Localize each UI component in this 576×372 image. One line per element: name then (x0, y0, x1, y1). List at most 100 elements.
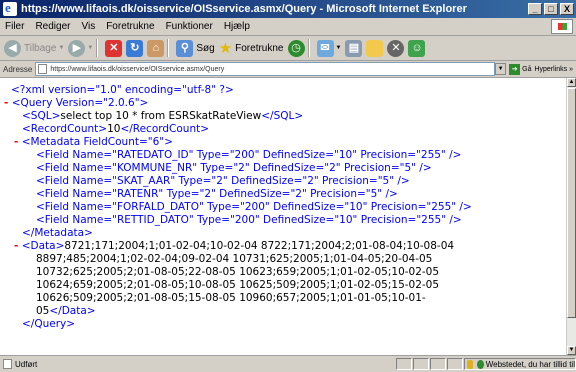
page-icon (38, 64, 48, 74)
go-button[interactable]: ➔ Gå (509, 63, 531, 75)
xml-content: <?xml version="1.0" encoding="utf-8" ?> … (0, 78, 566, 355)
collapse-toggle[interactable]: - (14, 136, 18, 148)
messenger-button[interactable]: ☺ (408, 39, 426, 57)
print-icon: ▤ (345, 39, 363, 57)
recordcount-line: <RecordCount>10</RecordCount> (22, 123, 209, 136)
scroll-up-button[interactable]: ▲ (567, 78, 576, 87)
history-button[interactable]: ◷ (287, 39, 305, 57)
menu-file[interactable]: Filer (5, 21, 24, 32)
data-line: 05 (36, 305, 50, 317)
home-icon: ⌂ (147, 39, 165, 57)
back-button[interactable]: ◀ Tilbage ▼ (4, 39, 65, 57)
close-button[interactable]: X (560, 3, 574, 15)
zone-label: Webstedet, du har tillid til (485, 359, 575, 369)
data-line: 8721;171;2004;1;01-02-04;10-02-04 8722;1… (64, 240, 455, 252)
back-arrow-icon: ◀ (4, 39, 21, 57)
menu-help[interactable]: Hjælp (224, 21, 250, 32)
recordcount-close-tag: </RecordCount> (120, 123, 210, 135)
windows-logo-icon (551, 19, 573, 34)
address-dropdown-button[interactable]: ▼ (495, 63, 507, 75)
minimize-button[interactable]: _ (528, 3, 542, 15)
address-label: Adresse (3, 64, 33, 74)
chevron-down-icon: ▼ (58, 45, 65, 51)
data-last-line: 05</Data> (36, 305, 96, 318)
field-line: <Field Name="RATEDATO_ID" Type="200" Def… (36, 149, 462, 161)
status-cell (430, 358, 446, 370)
links-label: Hyperlinks (534, 65, 568, 73)
field-line: <Field Name="RETTID_DATO" Type="200" Def… (36, 214, 462, 226)
forward-button[interactable]: ▶ ▼ (68, 39, 94, 57)
metadata-open-line: - <Metadata FieldCount="6"> (14, 136, 173, 149)
edit-button[interactable] (366, 39, 384, 57)
links-button[interactable]: Hyperlinks » (534, 66, 573, 73)
data-line: 10624;659;2005;2;01-08-05;10-08-05 10625… (36, 279, 440, 291)
data-close-tag: </Data> (49, 305, 96, 317)
collapse-toggle[interactable]: - (4, 97, 8, 109)
query-open-tag: <Query Version="2.0.6"> (11, 97, 149, 109)
status-cell (413, 358, 429, 370)
print-button[interactable]: ▤ (345, 39, 363, 57)
status-cell (396, 358, 412, 370)
folder-icon (366, 39, 384, 57)
home-button[interactable]: ⌂ (147, 39, 165, 57)
stop-icon: ✕ (105, 39, 123, 57)
mail-button[interactable]: ✉ ▼ (316, 39, 342, 57)
page-icon (3, 359, 12, 369)
menu-view[interactable]: Vis (81, 21, 95, 32)
status-text: Udført (15, 359, 38, 369)
sql-open-tag: <SQL> (22, 110, 61, 122)
messenger-icon: ☺ (408, 39, 426, 57)
sql-close-tag: </SQL> (261, 110, 304, 122)
search-button[interactable]: ⚲ Søg (176, 39, 215, 57)
stop-button[interactable]: ✕ (105, 39, 123, 57)
chevron-down-icon: ▼ (87, 45, 94, 51)
data-line: 10626;509;2005;2;01-08-05;15-08-05 10960… (36, 292, 426, 304)
status-text-area: Udført (0, 359, 395, 369)
history-icon: ◷ (287, 39, 305, 57)
address-url: https://www.lifaois.dk/oisservice/OISser… (50, 65, 225, 73)
refresh-button[interactable]: ↻ (126, 39, 144, 57)
address-input[interactable]: https://www.lifaois.dk/oisservice/OISser… (35, 62, 496, 76)
refresh-icon: ↻ (126, 39, 144, 57)
data-line: 8897;485;2004;1;02-02-04;09-02-04 10731;… (36, 253, 433, 265)
field-line: <Field Name="SKAT_AAR" Type="2" DefinedS… (36, 175, 410, 187)
discuss-button[interactable]: ✕ (387, 39, 405, 57)
chevron-down-icon: ▼ (335, 45, 342, 51)
recordcount-value: 10 (107, 123, 121, 135)
data-open-line: - <Data>8721;171;2004;1;01-02-04;10-02-0… (14, 240, 454, 253)
toolbar-separator (96, 39, 99, 57)
maximize-button[interactable]: □ (544, 3, 558, 15)
field-line: <Field Name="FORFALD_DATO" Type="200" De… (36, 201, 472, 213)
title-bar: https://www.lifaois.dk/oisservice/OISser… (0, 0, 576, 18)
scroll-down-button[interactable]: ▼ (567, 346, 576, 355)
star-icon: ★ (218, 40, 233, 57)
ie-icon (3, 0, 17, 16)
metadata-close-tag: </Metadata> (22, 227, 93, 239)
trusted-zone-icon (477, 359, 484, 369)
forward-arrow-icon: ▶ (68, 39, 86, 57)
address-bar: Adresse https://www.lifaois.dk/oisservic… (0, 61, 576, 78)
favorites-label: Foretrukne (235, 42, 284, 54)
go-arrow-icon: ➔ (509, 63, 521, 75)
query-close-tag: </Query> (22, 318, 76, 330)
collapse-toggle[interactable]: - (14, 240, 18, 252)
data-open-tag: <Data> (21, 240, 65, 252)
window-title: https://www.lifaois.dk/oisservice/OISser… (21, 3, 467, 15)
status-bar: Udført Webstedet, du har tillid til (0, 355, 576, 372)
toolbar-separator (307, 39, 310, 57)
scroll-thumb[interactable] (567, 88, 576, 318)
security-zone: Webstedet, du har tillid til (464, 358, 576, 370)
discuss-icon: ✕ (387, 39, 405, 57)
query-open-line: - <Query Version="2.0.6"> (4, 97, 148, 110)
field-line: <Field Name="RATENR" Type="2" DefinedSiz… (36, 188, 398, 200)
menu-tools[interactable]: Funktioner (166, 21, 213, 32)
sql-line: <SQL>select top 10 * from ESRSkatRateVie… (22, 110, 303, 123)
vertical-scrollbar[interactable]: ▲ ▼ (566, 78, 576, 355)
metadata-open-tag: <Metadata FieldCount="6"> (21, 136, 173, 148)
field-line: <Field Name="KOMMUNE_NR" Type="2" Define… (36, 162, 432, 174)
menu-edit[interactable]: Rediger (35, 21, 70, 32)
favorites-button[interactable]: ★ Foretrukne (219, 39, 284, 57)
mail-icon: ✉ (316, 39, 334, 57)
menu-favorites[interactable]: Foretrukne (106, 21, 154, 32)
xml-declaration: <?xml version="1.0" encoding="utf-8" ?> (11, 84, 234, 96)
